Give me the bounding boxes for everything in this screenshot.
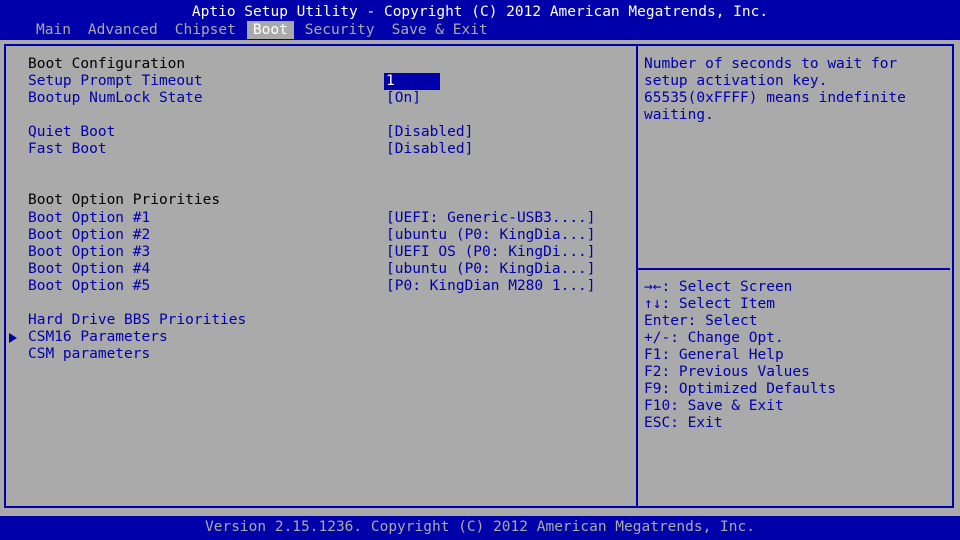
submenu-arrow-icon — [9, 333, 17, 343]
section-boot-configuration: Boot Configuration — [28, 56, 186, 72]
help-line-4: waiting. — [644, 107, 714, 123]
tab-advanced[interactable]: Advanced — [82, 21, 164, 39]
quiet-boot-label[interactable]: Quiet Boot — [28, 124, 115, 141]
csm-parameters-link[interactable]: CSM parameters — [28, 346, 150, 363]
key-optimized-defaults: F9: Optimized Defaults — [644, 381, 837, 397]
window-title: Aptio Setup Utility - Copyright (C) 2012… — [191, 4, 769, 20]
boot-option-2-label[interactable]: Boot Option #2 — [28, 227, 150, 244]
boot-option-4-value[interactable]: [ubuntu (P0: KingDia...] — [386, 261, 596, 278]
bootup-numlock-value[interactable]: [On] — [386, 90, 421, 107]
vertical-divider — [636, 44, 638, 508]
help-line-1: Number of seconds to wait for — [644, 56, 898, 72]
tab-boot[interactable]: Boot — [246, 21, 294, 39]
tab-chipset[interactable]: Chipset — [169, 21, 242, 39]
boot-option-5-label[interactable]: Boot Option #5 — [28, 278, 150, 295]
csm16-parameters-link[interactable]: CSM16 Parameters — [28, 329, 168, 346]
key-legend: →←: Select Screen ↑↓: Select Item Enter:… — [644, 279, 836, 432]
key-select-item: ↑↓: Select Item — [644, 296, 775, 312]
boot-option-1-label[interactable]: Boot Option #1 — [28, 210, 150, 227]
bootup-numlock-label[interactable]: Bootup NumLock State — [28, 90, 203, 107]
help-divider — [638, 268, 950, 270]
hard-drive-bbs-priorities-link[interactable]: Hard Drive BBS Priorities — [28, 312, 246, 329]
boot-option-2-value[interactable]: [ubuntu (P0: KingDia...] — [386, 227, 596, 244]
key-esc-exit: ESC: Exit — [644, 415, 723, 431]
tab-security[interactable]: Security — [299, 21, 381, 39]
setup-prompt-timeout-input[interactable]: 1 — [384, 73, 440, 90]
section-boot-option-priorities: Boot Option Priorities — [28, 192, 221, 208]
key-enter: Enter: Select — [644, 313, 758, 329]
boot-option-4-label[interactable]: Boot Option #4 — [28, 261, 150, 278]
quiet-boot-value[interactable]: [Disabled] — [386, 124, 473, 141]
boot-option-3-value[interactable]: [UEFI OS (P0: KingDi...] — [386, 244, 596, 261]
tab-main[interactable]: Main — [30, 21, 77, 39]
key-save-exit: F10: Save & Exit — [644, 398, 784, 414]
boot-option-3-label[interactable]: Boot Option #3 — [28, 244, 150, 261]
fast-boot-value[interactable]: [Disabled] — [386, 141, 473, 158]
footer-version: Version 2.15.1236. Copyright (C) 2012 Am… — [205, 519, 755, 535]
boot-option-5-value[interactable]: [P0: KingDian M280 1...] — [386, 278, 596, 295]
key-change-opt: +/-: Change Opt. — [644, 330, 784, 346]
setup-prompt-timeout-label[interactable]: Setup Prompt Timeout — [28, 73, 203, 90]
tab-save-exit[interactable]: Save & Exit — [386, 21, 494, 39]
tab-bar: Main Advanced Chipset Boot Security Save… — [30, 21, 499, 39]
fast-boot-label[interactable]: Fast Boot — [28, 141, 107, 158]
help-line-3: 65535(0xFFFF) means indefinite — [644, 90, 906, 106]
key-select-screen: →←: Select Screen — [644, 279, 793, 295]
key-general-help: F1: General Help — [644, 347, 784, 363]
boot-option-1-value[interactable]: [UEFI: Generic-USB3....] — [386, 210, 596, 227]
key-previous-values: F2: Previous Values — [644, 364, 810, 380]
help-line-2: setup activation key. — [644, 73, 828, 89]
